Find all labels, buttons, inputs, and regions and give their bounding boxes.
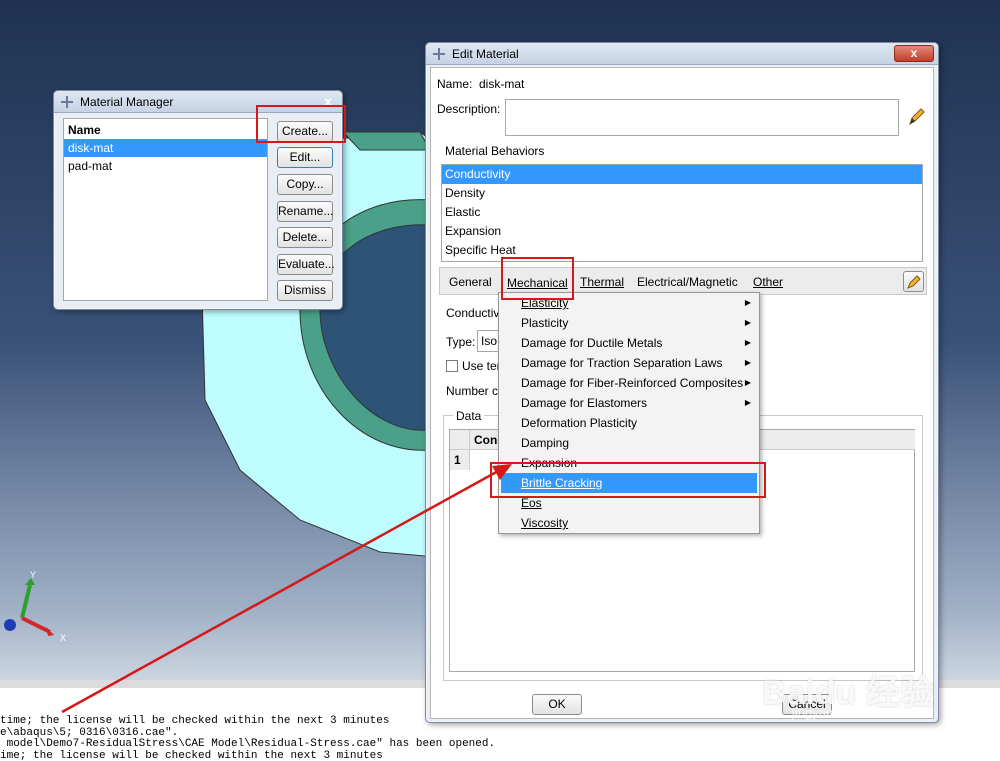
- edit-behavior-button[interactable]: [903, 271, 924, 292]
- app-icon: [432, 47, 446, 61]
- pencil-icon[interactable]: [906, 106, 926, 126]
- description-field[interactable]: [505, 99, 899, 136]
- menu-item-label: Elasticity: [521, 296, 569, 310]
- behavior-item[interactable]: Conductivity: [442, 165, 922, 184]
- menu-item-label: Deformation Plasticity: [521, 416, 638, 430]
- name-label: Name:: [437, 77, 473, 91]
- menu-item-elasticity[interactable]: Elasticity ▶: [501, 293, 757, 313]
- list-header: Name: [68, 123, 101, 137]
- menu-item-label: Viscosity: [521, 516, 569, 530]
- evaluate-button[interactable]: Evaluate...: [277, 254, 335, 275]
- type-select-value: Iso: [481, 334, 498, 348]
- menu-item-brittle-cracking[interactable]: Brittle Cracking: [501, 473, 757, 493]
- table-corner: [450, 430, 470, 450]
- menu-item-damage-fiber[interactable]: Damage for Fiber-Reinforced Composites ▶: [501, 373, 757, 393]
- section-label: Conductivi: [446, 306, 503, 320]
- app-icon: [60, 95, 74, 109]
- menu-item-label: Eos: [521, 496, 542, 510]
- console-line: model\Demo7-ResidualStress\CAE Model\Res…: [0, 738, 496, 750]
- menu-item-label: Brittle Cracking: [521, 476, 603, 490]
- list-item[interactable]: pad-mat: [64, 157, 267, 175]
- menu-item-damage-ductile[interactable]: Damage for Ductile Metals ▶: [501, 333, 757, 353]
- type-label: Type:: [446, 335, 476, 349]
- edit-material-title: Edit Material: [452, 46, 519, 61]
- menu-item-label: Damage for Elastomers: [521, 396, 648, 410]
- list-item[interactable]: disk-mat: [64, 139, 267, 157]
- close-icon[interactable]: x: [324, 93, 332, 109]
- menu-item-label: Damage for Ductile Metals: [521, 336, 663, 350]
- copy-button[interactable]: Copy...: [277, 174, 333, 195]
- axis-triad: [4, 578, 54, 636]
- close-icon[interactable]: x: [894, 45, 934, 62]
- menu-item-label: Damping: [521, 436, 570, 450]
- delete-button[interactable]: Delete...: [277, 227, 333, 248]
- menu-item-damping[interactable]: Damping: [501, 433, 757, 453]
- axis-x-label: X: [60, 633, 66, 643]
- chevron-right-icon: ▶: [744, 318, 751, 327]
- pencil-icon: [906, 275, 921, 289]
- dismiss-button[interactable]: Dismiss: [277, 280, 333, 301]
- chevron-right-icon: ▶: [744, 398, 751, 407]
- material-manager-window: Material Manager x Name disk-mat pad-mat…: [53, 90, 343, 310]
- data-label: Data: [453, 409, 485, 423]
- menu-item-viscosity[interactable]: Viscosity: [501, 513, 757, 533]
- behavior-item[interactable]: Elastic: [442, 203, 922, 222]
- chevron-right-icon: ▶: [744, 338, 751, 347]
- tab-thermal[interactable]: Thermal: [580, 275, 624, 289]
- behavior-item[interactable]: Expansion: [442, 222, 922, 241]
- use-temp-checkbox[interactable]: [446, 360, 458, 372]
- rename-button[interactable]: Rename...: [277, 201, 333, 222]
- chevron-right-icon: ▶: [744, 378, 751, 387]
- menu-item-damage-elastomers[interactable]: Damage for Elastomers ▶: [501, 393, 757, 413]
- menu-item-eos[interactable]: Eos: [501, 493, 757, 513]
- create-button[interactable]: Create...: [277, 121, 333, 142]
- menu-item-expansion[interactable]: Expansion: [501, 453, 757, 473]
- menu-item-damage-traction[interactable]: Damage for Traction Separation Laws ▶: [501, 353, 757, 373]
- console-line: ime; the license will be checked within …: [0, 749, 383, 761]
- tab-electrical-magnetic[interactable]: Electrical/Magnetic: [637, 275, 738, 289]
- menu-item-label: Plasticity: [521, 316, 569, 330]
- edit-button[interactable]: Edit...: [277, 147, 333, 168]
- tab-general[interactable]: General: [449, 275, 492, 289]
- menu-item-label: Damage for Fiber-Reinforced Composites: [521, 376, 744, 390]
- behavior-item[interactable]: Specific Heat: [442, 241, 922, 260]
- material-list[interactable]: Name disk-mat pad-mat: [63, 118, 268, 301]
- name-value: disk-mat: [479, 77, 525, 91]
- material-manager-titlebar[interactable]: Material Manager x: [54, 91, 342, 113]
- menu-item-plasticity[interactable]: Plasticity ▶: [501, 313, 757, 333]
- mechanical-menu: Elasticity ▶ Plasticity ▶ Damage for Ducti…: [498, 292, 760, 534]
- behavior-item[interactable]: Density: [442, 184, 922, 203]
- menu-item-label: Damage for Traction Separation Laws: [521, 356, 723, 370]
- axis-y-label: Y: [30, 570, 36, 580]
- watermark-url: jingyan.baidu.com: [792, 705, 897, 720]
- behaviors-label: Material Behaviors: [445, 144, 545, 158]
- description-label: Description:: [437, 102, 501, 116]
- behaviors-list[interactable]: Conductivity Density Elastic Expansion S…: [441, 164, 923, 262]
- menu-item-deformation-plasticity[interactable]: Deformation Plasticity: [501, 413, 757, 433]
- tab-mechanical[interactable]: Mechanical: [507, 276, 568, 290]
- edit-material-titlebar[interactable]: Edit Material x: [426, 43, 938, 65]
- menu-item-label: Expansion: [521, 456, 578, 470]
- chevron-right-icon: ▶: [744, 298, 751, 307]
- ok-button[interactable]: OK: [532, 694, 582, 715]
- use-temp-label: Use ter: [462, 359, 501, 373]
- number-label: Number c: [446, 384, 499, 398]
- material-manager-title: Material Manager: [80, 94, 174, 109]
- row-header[interactable]: 1: [450, 450, 470, 470]
- chevron-right-icon: ▶: [744, 358, 751, 367]
- tab-other[interactable]: Other: [753, 275, 783, 289]
